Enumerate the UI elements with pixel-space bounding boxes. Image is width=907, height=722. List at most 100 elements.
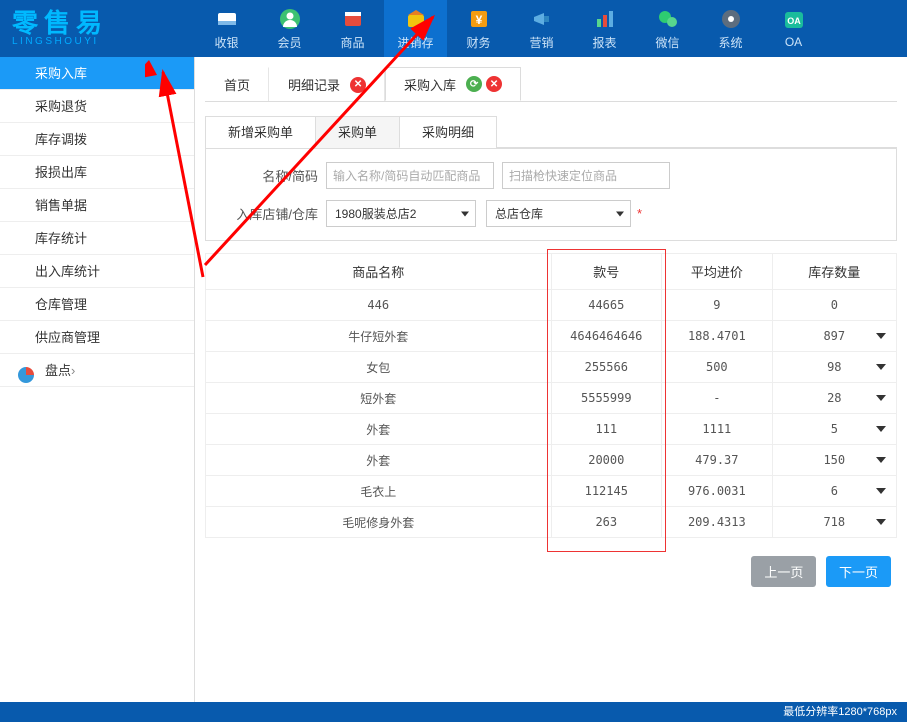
dropdown-icon[interactable] xyxy=(876,333,886,339)
table-row[interactable]: 女包25556650098 xyxy=(206,352,897,383)
cell: 263 xyxy=(551,507,662,538)
refresh-icon[interactable]: ⟳ xyxy=(466,76,482,92)
cell: - xyxy=(662,383,773,414)
cell: 112145 xyxy=(551,476,662,507)
topnav-marketing[interactable]: 营销 xyxy=(510,0,573,57)
table-row[interactable]: 牛仔短外套4646464646188.4701897 xyxy=(206,321,897,352)
topnav-stock[interactable]: 进销存 xyxy=(384,0,447,57)
cell: 188.4701 xyxy=(662,321,773,352)
sidebar-item-6[interactable]: 出入库统计 xyxy=(0,255,194,288)
cell: 0 xyxy=(772,290,896,321)
sidebar-item-2[interactable]: 库存调拨 xyxy=(0,123,194,156)
sidebar-item-0[interactable]: 采购入库 xyxy=(0,57,194,90)
dropdown-icon[interactable] xyxy=(876,457,886,463)
topnav-wechat[interactable]: 微信 xyxy=(636,0,699,57)
sidebar-item-5[interactable]: 库存统计 xyxy=(0,222,194,255)
topnav-cash[interactable]: 收银 xyxy=(195,0,258,57)
svg-text:OA: OA xyxy=(787,16,801,26)
page-tab-2[interactable]: 采购入库 ⟳✕ xyxy=(385,67,521,101)
store-select[interactable]: 1980服装总店2 xyxy=(326,200,476,227)
prev-page-button[interactable]: 上一页 xyxy=(751,556,816,587)
system-icon xyxy=(719,7,743,31)
cell: 209.4313 xyxy=(662,507,773,538)
marketing-icon xyxy=(530,7,554,31)
stock-icon xyxy=(404,7,428,31)
logo-main: 零售易 xyxy=(12,10,195,36)
dropdown-icon[interactable] xyxy=(876,488,886,494)
dropdown-icon[interactable] xyxy=(876,519,886,525)
scan-input[interactable] xyxy=(502,162,670,189)
table-row[interactable]: 毛衣上112145976.00316 xyxy=(206,476,897,507)
topnav-label: 商品 xyxy=(340,34,364,51)
sidebar: 采购入库采购退货库存调拨报损出库销售单据库存统计出入库统计仓库管理供应商管理 盘… xyxy=(0,57,195,702)
table-row[interactable]: 外套11111115 xyxy=(206,414,897,445)
cell: 毛衣上 xyxy=(206,476,552,507)
table-wrap: 商品名称款号平均进价库存数量 4464466590牛仔短外套4646464646… xyxy=(205,253,897,538)
page-tabs: 首页明细记录✕采购入库⟳✕ xyxy=(205,67,897,102)
chevron-right-icon: › xyxy=(71,354,75,387)
next-page-button[interactable]: 下一页 xyxy=(826,556,891,587)
table-row[interactable]: 短外套5555999-28 xyxy=(206,383,897,414)
finance-icon: ¥ xyxy=(467,7,491,31)
page-tab-0[interactable]: 首页 xyxy=(205,67,269,101)
cell: 外套 xyxy=(206,445,552,476)
topnav-label: 会员 xyxy=(277,34,301,51)
page-tab-1[interactable]: 明细记录✕ xyxy=(269,67,385,101)
topnav-label: 收银 xyxy=(214,34,238,51)
dropdown-icon[interactable] xyxy=(876,426,886,432)
cell: 外套 xyxy=(206,414,552,445)
cell: 479.37 xyxy=(662,445,773,476)
dropdown-icon[interactable] xyxy=(876,364,886,370)
topnav-oa[interactable]: OAOA xyxy=(762,0,825,57)
table-row[interactable]: 4464466590 xyxy=(206,290,897,321)
th-3: 库存数量 xyxy=(772,254,896,290)
th-2: 平均进价 xyxy=(662,254,773,290)
topnav-finance[interactable]: ¥ 财务 xyxy=(447,0,510,57)
cell: 9 xyxy=(662,290,773,321)
warehouse-select[interactable]: 总店仓库 xyxy=(486,200,631,227)
logo: 零售易 LINGSHOUYI xyxy=(0,10,195,48)
sub-tab-0[interactable]: 新增采购单 xyxy=(205,116,316,148)
cell: 女包 xyxy=(206,352,552,383)
product-table: 商品名称款号平均进价库存数量 4464466590牛仔短外套4646464646… xyxy=(205,253,897,538)
th-0: 商品名称 xyxy=(206,254,552,290)
sidebar-item-3[interactable]: 报损出库 xyxy=(0,156,194,189)
name-input[interactable] xyxy=(326,162,494,189)
close-icon[interactable]: ✕ xyxy=(350,77,366,93)
topnav-system[interactable]: 系统 xyxy=(699,0,762,57)
sidebar-item-4[interactable]: 销售单据 xyxy=(0,189,194,222)
cell: 976.0031 xyxy=(662,476,773,507)
sub-tab-2[interactable]: 采购明细 xyxy=(399,116,497,148)
close-icon[interactable]: ✕ xyxy=(486,76,502,92)
dropdown-icon[interactable] xyxy=(876,395,886,401)
sub-tab-1[interactable]: 采购单 xyxy=(315,116,400,148)
table-row[interactable]: 毛呢修身外套263209.4313718 xyxy=(206,507,897,538)
caret-down-icon xyxy=(616,211,624,216)
footer-bar: 最低分辨率1280*768px xyxy=(0,702,907,722)
member-icon xyxy=(278,7,302,31)
page-tab-label: 首页 xyxy=(224,75,250,94)
sidebar-item-7[interactable]: 仓库管理 xyxy=(0,288,194,321)
topnav-goods[interactable]: 商品 xyxy=(321,0,384,57)
cell: 1111 xyxy=(662,414,773,445)
cell: 111 xyxy=(551,414,662,445)
cash-icon xyxy=(215,7,239,31)
cell: 897 xyxy=(772,321,896,352)
topnav-label: 财务 xyxy=(466,34,490,51)
cell: 6 xyxy=(772,476,896,507)
topnav-member[interactable]: 会员 xyxy=(258,0,321,57)
table-row[interactable]: 外套20000479.37150 xyxy=(206,445,897,476)
svg-text:¥: ¥ xyxy=(475,13,482,27)
sidebar-group-inventory[interactable]: 盘点 › xyxy=(0,354,194,387)
sidebar-item-8[interactable]: 供应商管理 xyxy=(0,321,194,354)
cell: 短外套 xyxy=(206,383,552,414)
topnav-label: 系统 xyxy=(718,34,742,51)
sidebar-item-1[interactable]: 采购退货 xyxy=(0,90,194,123)
topnav-report[interactable]: 报表 xyxy=(573,0,636,57)
page-tab-label: 采购入库 xyxy=(404,75,456,94)
pie-icon xyxy=(18,362,34,378)
cell: 255566 xyxy=(551,352,662,383)
cell: 4646464646 xyxy=(551,321,662,352)
sub-tabs: 新增采购单采购单采购明细 xyxy=(205,116,897,148)
goods-icon xyxy=(341,7,365,31)
